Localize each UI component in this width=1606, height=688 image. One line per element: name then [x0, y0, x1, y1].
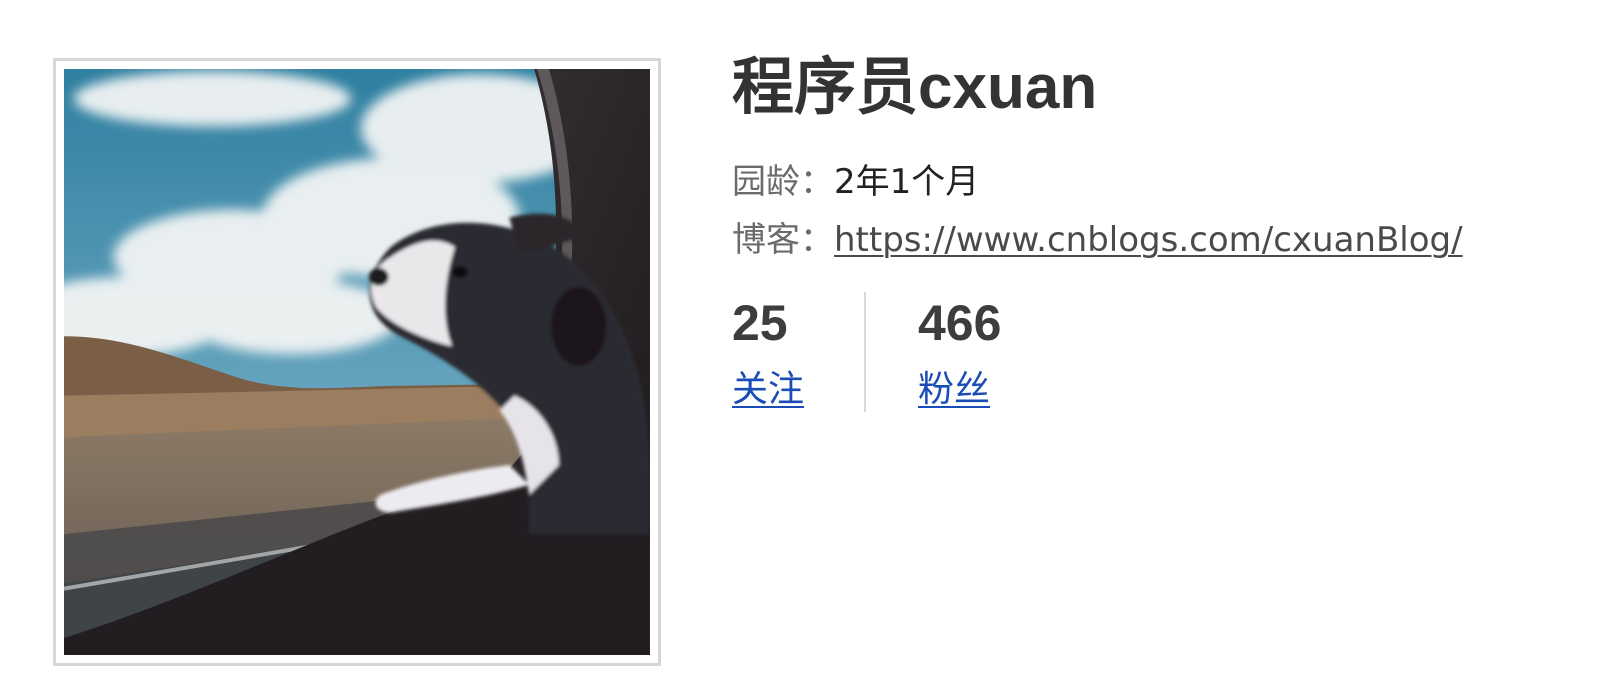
followers-link[interactable]: 粉丝 [918, 368, 1001, 412]
blog-age-row: 园龄： 2年1个月 [732, 160, 1592, 204]
profile-card: 程序员cxuan 园龄： 2年1个月 博客： https://www.cnblo… [0, 0, 1606, 688]
blog-age-label: 园龄： [732, 162, 834, 202]
stats: 25 关注 466 粉丝 [732, 292, 1592, 412]
stats-divider [864, 292, 866, 412]
stat-following: 25 关注 [732, 292, 864, 412]
blog-url-label: 博客： [732, 220, 834, 260]
following-count: 25 [732, 295, 788, 351]
avatar-photo [64, 69, 650, 655]
blog-url-link[interactable]: https://www.cnblogs.com/cxuanBlog/ [834, 218, 1463, 262]
profile-name: 程序员cxuan [732, 53, 1098, 122]
avatar[interactable] [53, 58, 661, 666]
stat-followers: 466 粉丝 [918, 292, 1001, 412]
profile-info: 程序员cxuan 园龄： 2年1个月 博客： https://www.cnblo… [732, 48, 1592, 412]
blog-age-value: 2年1个月 [834, 162, 980, 202]
following-link[interactable]: 关注 [732, 368, 864, 412]
blog-url-row: 博客： https://www.cnblogs.com/cxuanBlog/ [732, 218, 1592, 262]
followers-count: 466 [918, 295, 1002, 351]
